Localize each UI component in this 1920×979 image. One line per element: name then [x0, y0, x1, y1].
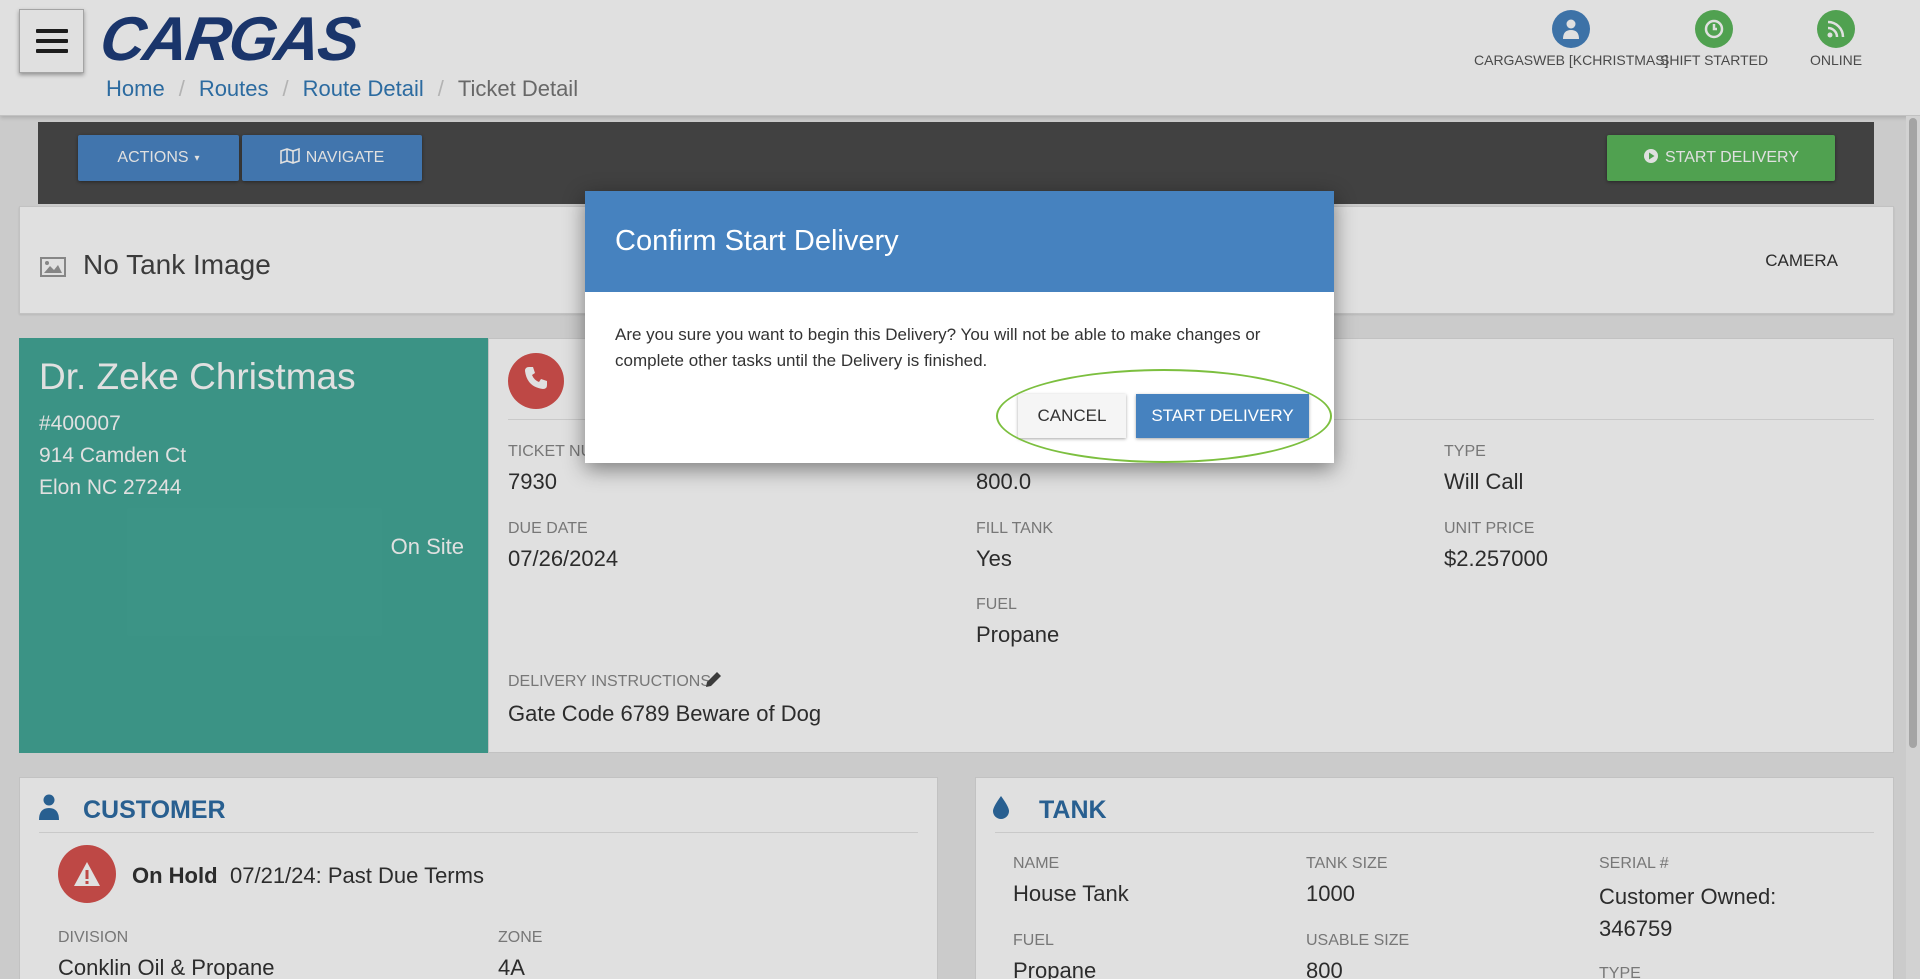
highlight-annotation [996, 369, 1332, 463]
modal-backdrop[interactable] [0, 0, 1920, 979]
dialog-title: Confirm Start Delivery [585, 191, 1334, 292]
